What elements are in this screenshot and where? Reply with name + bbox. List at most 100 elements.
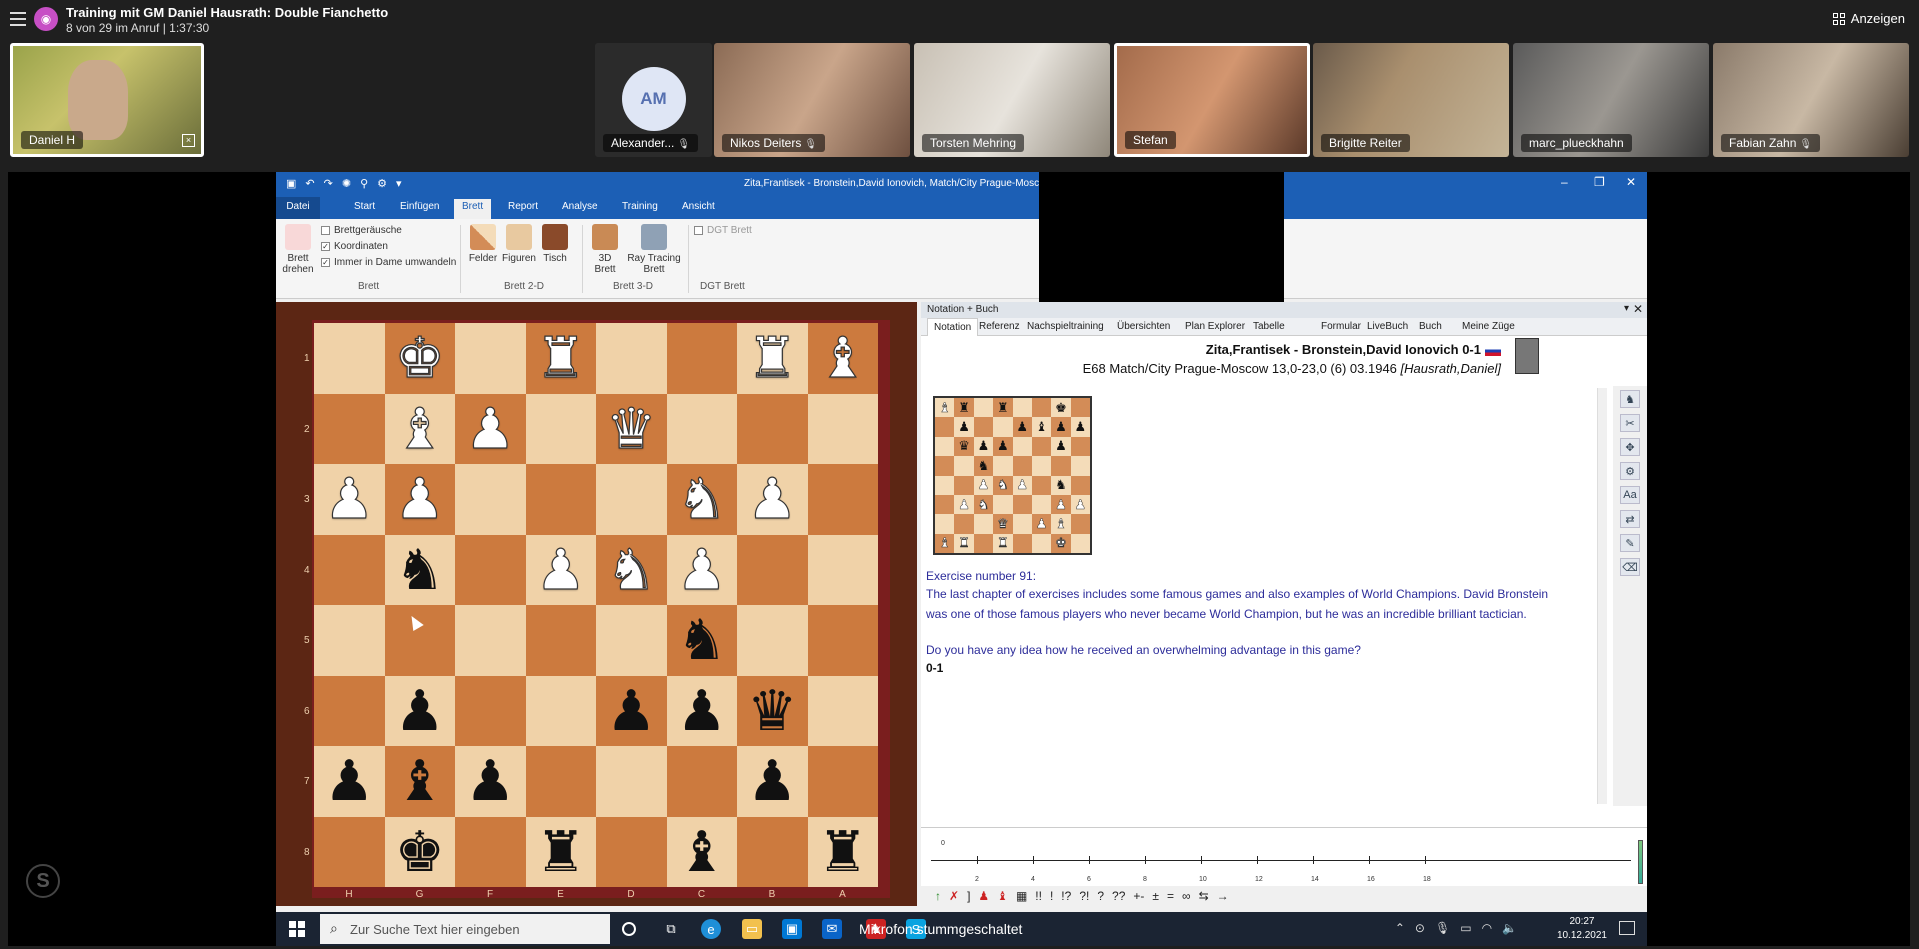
board-square[interactable]: ♟ <box>596 675 667 746</box>
black-pawn-piece[interactable]: ♟ <box>747 753 797 809</box>
board-square[interactable]: ♜ <box>737 323 808 394</box>
white-bishop-piece[interactable]: ♝ <box>394 400 445 457</box>
annotation-symbol-button[interactable]: !! <box>1035 889 1042 903</box>
tab-meine-züge[interactable]: Meine Züge <box>1462 321 1515 332</box>
show-button[interactable]: Anzeigen <box>1832 11 1905 26</box>
board-square[interactable]: ♞ <box>666 464 737 535</box>
board-square[interactable] <box>666 323 737 394</box>
board-square[interactable]: ♟ <box>314 746 385 817</box>
menu-icon[interactable] <box>10 12 26 26</box>
white-pawn-piece[interactable]: ♟ <box>465 400 516 457</box>
board-square[interactable] <box>737 605 808 676</box>
board-square[interactable]: ♝ <box>384 746 455 817</box>
chess-board[interactable]: ♚ ♜ ♜ ♝ ♝ ♟ ♛ ♟ ♟ ♞ ♟ ♞ ♟ ♞ ♟ ♞ ♟ ♟ ♟ ♛ ♟ ♝ ♟ ♟ ♚ ♜ ♝ ♜ <box>314 323 878 887</box>
annotation-symbol-button[interactable]: ? <box>1097 889 1104 903</box>
annotation-symbol-button[interactable]: = <box>1167 889 1174 903</box>
board-3d-button[interactable]: 3D Brett <box>588 224 622 275</box>
mail-icon[interactable]: ✉ <box>822 919 842 939</box>
board-square[interactable]: ♚ <box>384 816 455 887</box>
panel-dropdown-icon[interactable]: ▾ <box>1624 303 1629 314</box>
annotation-symbol-button[interactable]: +- <box>1133 889 1144 903</box>
board-square[interactable] <box>596 464 667 535</box>
maximize-icon[interactable]: ❐ <box>1594 175 1605 189</box>
black-king-piece[interactable]: ♚ <box>395 823 445 880</box>
board-square[interactable] <box>455 675 526 746</box>
board-square[interactable]: ♞ <box>666 605 737 676</box>
settings-icon[interactable]: ⚙ <box>377 177 387 190</box>
board-square[interactable] <box>455 323 526 394</box>
battery-icon[interactable]: ▭ <box>1460 921 1471 935</box>
store-icon[interactable]: ▣ <box>782 919 802 939</box>
notation-content[interactable]: ♝ ♜ ♜ ♚ ♟ ♟ ♝ ♟ ♟ ♛ ♟ ♟ ♟ ♞ ♟ ♞ ♟ ♞ ♟ ♞ ♟ ♟ ♛ ♟ ♝ ♝ ♜ ♜ ♚ Exercise n… <box>921 386 1601 806</box>
mic-icon[interactable]: 🎙 <box>1435 921 1450 935</box>
dropdown-icon[interactable]: ▾ <box>396 177 402 190</box>
white-pawn-piece[interactable]: ♟ <box>535 541 586 598</box>
board-square[interactable] <box>596 746 667 817</box>
annotation-symbol-button[interactable]: ?? <box>1112 889 1125 903</box>
board-square[interactable] <box>737 534 808 605</box>
board-square[interactable]: ♞ <box>384 534 455 605</box>
tab-plan-explorer[interactable]: Plan Explorer <box>1185 321 1245 332</box>
board-square[interactable] <box>807 746 878 817</box>
self-video-tile[interactable]: Daniel H × <box>10 43 204 157</box>
board-square[interactable] <box>807 534 878 605</box>
board-square[interactable]: ♟ <box>455 746 526 817</box>
white-pawn-piece[interactable]: ♟ <box>676 541 727 598</box>
tab-livebuch[interactable]: LiveBuch <box>1367 321 1408 332</box>
wifi-icon[interactable]: ◠ <box>1482 921 1492 935</box>
move-icon[interactable]: ✥ <box>1620 438 1640 456</box>
checkbox-brettgeraeusche[interactable]: Brettgeräusche <box>321 225 402 236</box>
participant-tile[interactable]: Brigitte Reiter <box>1313 43 1509 157</box>
board-square[interactable] <box>455 534 526 605</box>
board-square[interactable] <box>314 323 385 394</box>
volume-icon[interactable]: 🔈 <box>1502 921 1517 935</box>
white-rook-piece[interactable]: ♜ <box>535 329 586 386</box>
board-square[interactable] <box>314 816 385 887</box>
participant-tile[interactable]: marc_plueckhahn <box>1513 43 1709 157</box>
board-square[interactable]: ♛ <box>596 393 667 464</box>
tab-übersichten[interactable]: Übersichten <box>1117 321 1170 332</box>
board-icon[interactable]: ▦ <box>1016 889 1027 903</box>
board-square[interactable]: ♜ <box>525 816 596 887</box>
board-square[interactable] <box>314 393 385 464</box>
white-knight-piece[interactable]: ♞ <box>606 541 657 598</box>
board-square[interactable]: ♟ <box>666 534 737 605</box>
board-square[interactable]: ♝ <box>384 393 455 464</box>
piece-icon[interactable]: ♟ <box>978 889 989 903</box>
close-icon[interactable]: ✕ <box>1626 175 1636 189</box>
cut-icon[interactable]: ✂ <box>1620 414 1640 432</box>
black-queen-piece[interactable]: ♛ <box>747 682 797 739</box>
panel-close-icon[interactable]: ✕ <box>1633 302 1643 316</box>
board-square[interactable]: ♟ <box>455 393 526 464</box>
white-knight-piece[interactable]: ♞ <box>676 470 727 527</box>
tab-notation[interactable]: Notation <box>927 318 979 336</box>
board-square[interactable] <box>455 464 526 535</box>
pin-icon[interactable]: × <box>182 134 195 147</box>
pin-icon[interactable]: ⚲ <box>360 177 368 190</box>
white-pawn-piece[interactable]: ♟ <box>747 470 798 527</box>
board-square[interactable] <box>666 746 737 817</box>
participant-tile[interactable]: AM Alexander... 🎙 <box>595 43 712 157</box>
rotate-board-button[interactable]: Brett drehen <box>281 224 315 275</box>
board-square[interactable] <box>807 605 878 676</box>
tab-training[interactable]: Training <box>622 201 658 212</box>
engine-icon[interactable]: ⚙ <box>1620 462 1640 480</box>
annotation-symbol-button[interactable]: ± <box>1152 889 1159 903</box>
figuren-button[interactable]: Figuren <box>502 224 536 264</box>
tab-einfuegen[interactable]: Einfügen <box>400 201 439 212</box>
board-square[interactable] <box>666 393 737 464</box>
cortana-icon[interactable] <box>622 922 636 936</box>
participant-tile[interactable]: Fabian Zahn 🎙 <box>1713 43 1909 157</box>
explorer-icon[interactable]: ▭ <box>742 919 762 939</box>
black-pawn-piece[interactable]: ♟ <box>465 753 515 809</box>
tisch-button[interactable]: Tisch <box>538 224 572 264</box>
checkbox-dgt[interactable]: DGT Brett <box>694 225 752 236</box>
white-bishop-piece[interactable]: ♝ <box>817 329 868 386</box>
board-square[interactable] <box>596 605 667 676</box>
board-square[interactable] <box>737 393 808 464</box>
board-square[interactable] <box>525 675 596 746</box>
tab-formular[interactable]: Formular <box>1321 321 1361 332</box>
black-pawn-piece[interactable]: ♟ <box>677 682 727 739</box>
black-bishop-piece[interactable]: ♝ <box>677 823 727 880</box>
annotation-symbol-button[interactable]: ! <box>1050 889 1053 903</box>
